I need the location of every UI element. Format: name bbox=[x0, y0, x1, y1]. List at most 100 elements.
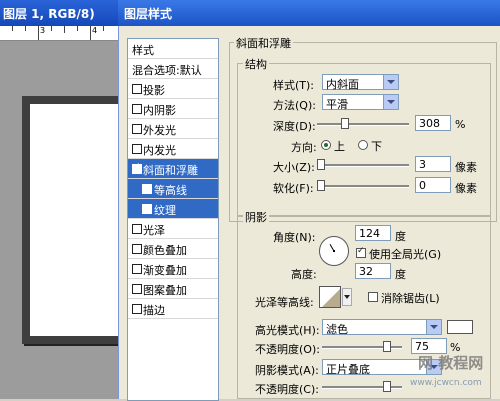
picture-frame-layer bbox=[22, 96, 118, 344]
slider-thumb[interactable] bbox=[317, 180, 325, 191]
blending-options[interactable]: 混合选项:默认 bbox=[128, 59, 218, 79]
ruler-number: 3 bbox=[40, 26, 46, 35]
size-label: 大小(Z): bbox=[273, 161, 315, 174]
depth-input[interactable]: 308 bbox=[415, 115, 451, 131]
dialog-titlebar[interactable]: 图层样式 bbox=[118, 0, 500, 26]
style-item-drop-shadow[interactable]: 投影 bbox=[128, 79, 218, 99]
style-item-label: 等高线 bbox=[154, 184, 187, 197]
style-item-stroke[interactable]: 描边 bbox=[128, 299, 218, 319]
chevron-down-icon[interactable] bbox=[383, 75, 398, 89]
style-checkbox[interactable] bbox=[132, 224, 142, 234]
style-checkbox[interactable] bbox=[132, 124, 142, 134]
shadow-mode-value: 正片叠底 bbox=[326, 363, 370, 376]
slider-thumb[interactable] bbox=[383, 341, 391, 352]
soften-value: 0 bbox=[419, 179, 426, 192]
depth-unit: % bbox=[455, 118, 466, 131]
watermark-text: 网 教程网 bbox=[418, 354, 484, 372]
style-checkbox[interactable] bbox=[132, 104, 142, 114]
style-label: 样式(T): bbox=[273, 79, 315, 92]
direction-down-label: 下 bbox=[371, 140, 382, 153]
layer-style-dialog: 样式 混合选项:默认 投影 内阴影 外发光 内发光 斜面和浮雕 等高线 bbox=[118, 26, 500, 401]
chevron-down-icon[interactable] bbox=[383, 95, 398, 109]
style-checkbox[interactable] bbox=[132, 304, 142, 314]
bevel-emboss-title: 斜面和浮雕 bbox=[234, 35, 293, 51]
depth-slider[interactable] bbox=[317, 118, 409, 130]
chevron-down-icon bbox=[344, 295, 350, 299]
style-item-texture[interactable]: 纹理 bbox=[128, 199, 218, 219]
direction-down-radio[interactable] bbox=[358, 140, 368, 150]
technique-value: 平滑 bbox=[326, 98, 348, 111]
slider-thumb[interactable] bbox=[341, 118, 349, 129]
shadow-opacity-slider[interactable] bbox=[322, 381, 402, 393]
angle-input[interactable]: 124 bbox=[355, 225, 391, 241]
styles-header[interactable]: 样式 bbox=[128, 39, 218, 59]
highlight-opacity-label: 不透明度(O): bbox=[255, 343, 320, 356]
style-item-label: 内发光 bbox=[143, 144, 176, 157]
bevel-style-select[interactable]: 内斜面 bbox=[322, 74, 399, 91]
soften-label: 软化(F): bbox=[273, 182, 314, 195]
style-item-label: 内阴影 bbox=[143, 104, 176, 117]
size-input[interactable]: 3 bbox=[415, 156, 451, 172]
style-item-inner-glow[interactable]: 内发光 bbox=[128, 139, 218, 159]
slider-thumb[interactable] bbox=[383, 381, 391, 392]
ruler-tick bbox=[12, 26, 13, 31]
horizontal-ruler: 3 4 bbox=[0, 26, 118, 41]
chevron-down-icon[interactable] bbox=[426, 320, 441, 334]
soften-unit: 像素 bbox=[455, 182, 477, 195]
style-checkbox[interactable] bbox=[142, 184, 152, 194]
style-item-satin[interactable]: 光泽 bbox=[128, 219, 218, 239]
style-item-inner-shadow[interactable]: 内阴影 bbox=[128, 99, 218, 119]
highlight-mode-select[interactable]: 滤色 bbox=[322, 319, 442, 336]
style-item-label: 斜面和浮雕 bbox=[143, 164, 198, 177]
bevel-style-value: 内斜面 bbox=[326, 78, 359, 91]
gloss-contour-preview[interactable] bbox=[319, 286, 341, 308]
style-checkbox[interactable] bbox=[132, 162, 142, 174]
style-checkbox[interactable] bbox=[132, 84, 142, 94]
highlight-mode-label: 高光模式(H): bbox=[255, 324, 320, 337]
ruler-number: 4 bbox=[92, 26, 98, 35]
direction-up-radio[interactable] bbox=[321, 140, 331, 150]
styles-header-label: 样式 bbox=[132, 44, 154, 57]
highlight-mode-value: 滤色 bbox=[326, 323, 348, 336]
ruler-tick bbox=[51, 26, 52, 31]
style-item-outer-glow[interactable]: 外发光 bbox=[128, 119, 218, 139]
anti-alias-label: 消除锯齿(L) bbox=[381, 292, 440, 305]
technique-select[interactable]: 平滑 bbox=[322, 94, 399, 111]
style-item-contour[interactable]: 等高线 bbox=[128, 179, 218, 199]
direction-label: 方向: bbox=[291, 141, 317, 154]
contour-dropdown-button[interactable] bbox=[342, 288, 352, 306]
shadow-mode-label: 阴影模式(A): bbox=[255, 364, 319, 377]
style-item-label: 描边 bbox=[143, 304, 165, 317]
contour-curve-icon bbox=[322, 289, 340, 307]
style-checkbox[interactable] bbox=[132, 284, 142, 294]
ruler-tick bbox=[90, 26, 91, 40]
soften-input[interactable]: 0 bbox=[415, 177, 451, 193]
style-checkbox[interactable] bbox=[132, 264, 142, 274]
style-item-bevel-emboss[interactable]: 斜面和浮雕 bbox=[128, 159, 218, 179]
style-item-label: 颜色叠加 bbox=[143, 244, 187, 257]
size-slider[interactable] bbox=[317, 159, 409, 171]
highlight-color-swatch[interactable] bbox=[447, 320, 473, 334]
size-unit: 像素 bbox=[455, 161, 477, 174]
altitude-unit: 度 bbox=[395, 268, 406, 281]
angle-value: 124 bbox=[359, 227, 380, 240]
ruler-tick bbox=[38, 26, 39, 40]
soften-slider[interactable] bbox=[317, 180, 409, 192]
style-item-color-overlay[interactable]: 颜色叠加 bbox=[128, 239, 218, 259]
ruler-tick bbox=[103, 26, 104, 31]
depth-label: 深度(D): bbox=[273, 120, 316, 133]
style-checkbox[interactable] bbox=[142, 204, 152, 214]
altitude-input[interactable]: 32 bbox=[355, 263, 391, 279]
style-checkbox[interactable] bbox=[132, 144, 142, 154]
style-checkbox[interactable] bbox=[132, 244, 142, 254]
angle-dial[interactable] bbox=[319, 236, 349, 266]
size-value: 3 bbox=[419, 158, 426, 171]
slider-thumb[interactable] bbox=[317, 159, 325, 170]
style-item-gradient-overlay[interactable]: 渐变叠加 bbox=[128, 259, 218, 279]
document-canvas[interactable] bbox=[0, 41, 118, 399]
anti-alias-checkbox[interactable] bbox=[368, 292, 378, 302]
global-light-checkbox[interactable] bbox=[356, 246, 366, 258]
slider-track bbox=[317, 164, 409, 167]
style-item-pattern-overlay[interactable]: 图案叠加 bbox=[128, 279, 218, 299]
highlight-opacity-slider[interactable] bbox=[322, 341, 402, 353]
